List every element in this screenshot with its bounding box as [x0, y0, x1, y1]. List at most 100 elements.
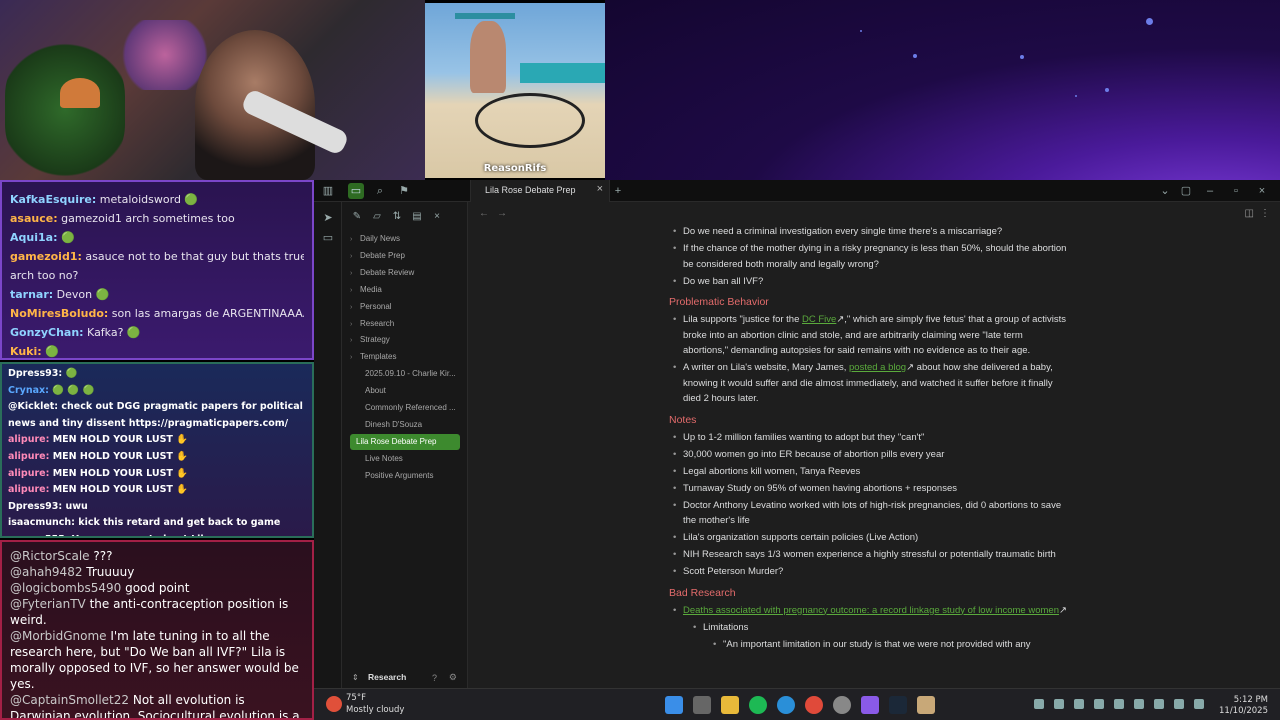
file-item[interactable]: 2025.09.10 - Charlie Kir...: [350, 366, 462, 382]
dc-five-link[interactable]: DC Five: [802, 314, 836, 325]
file-item[interactable]: Lila Rose Debate Prep: [350, 433, 460, 450]
sort-icon[interactable]: ⇅: [390, 210, 404, 224]
chat-username[interactable]: asauce:: [10, 212, 58, 225]
vault-chevron-icon[interactable]: ⇕: [352, 673, 359, 682]
forward-arrow-icon[interactable]: →: [497, 208, 515, 219]
vault-name[interactable]: Research: [368, 672, 406, 682]
chat-username[interactable]: Dpress93:: [8, 501, 62, 512]
maximize-icon[interactable]: ▫: [1228, 183, 1244, 199]
file-explorer-icon[interactable]: [721, 696, 739, 714]
spotify-icon[interactable]: [749, 696, 767, 714]
settings-icon[interactable]: ⚙: [449, 672, 457, 683]
close-tab-icon[interactable]: ×: [597, 183, 603, 195]
chat-username[interactable]: @FyterianTV: [10, 597, 86, 611]
sidebar-toggle-icon[interactable]: ▥: [320, 183, 336, 199]
new-folder-icon[interactable]: ▱: [370, 210, 384, 224]
file-item[interactable]: Commonly Referenced ...: [350, 400, 462, 416]
tray-icon[interactable]: [1074, 699, 1084, 709]
new-note-icon[interactable]: ✎: [350, 210, 364, 224]
chat-username[interactable]: Kuki:: [10, 345, 42, 358]
folder-item[interactable]: › Debate Review: [350, 265, 462, 281]
steam-icon[interactable]: [889, 696, 907, 714]
volume-icon[interactable]: [1194, 699, 1204, 709]
chat-username[interactable]: GonzyChan:: [10, 326, 84, 339]
file-item[interactable]: Dinesh D'Souza: [350, 417, 462, 433]
chat-username[interactable]: Dpress93:: [8, 368, 62, 379]
chat-username[interactable]: KafkaEsquire:: [10, 193, 96, 206]
twitch-chat-panel: KafkaEsquire: metaloidsword 🟢 asauce: gam…: [0, 180, 314, 360]
chat-username[interactable]: @CaptainSmollet22: [10, 693, 129, 707]
obs-icon[interactable]: [833, 696, 851, 714]
posted-a-blog-link[interactable]: posted a blog: [849, 362, 906, 373]
chat-username[interactable]: copper555:: [8, 534, 69, 536]
chat-username[interactable]: @Kicklet:: [8, 401, 58, 412]
folder-item[interactable]: › Templates: [350, 349, 462, 365]
file-item[interactable]: Live Notes: [350, 451, 462, 467]
clock-date[interactable]: 11/10/2025: [1219, 706, 1268, 716]
chat-username[interactable]: alipure:: [8, 451, 49, 462]
chevron-down-icon[interactable]: ⌄: [1157, 183, 1173, 199]
heading-bad-research: Bad Research: [669, 586, 736, 599]
chat-username[interactable]: Aqui1a:: [10, 231, 57, 244]
chat-username[interactable]: gamezoid1:: [10, 250, 82, 263]
reading-view-icon[interactable]: ◫: [1245, 208, 1254, 219]
more-options-icon[interactable]: ⋮: [1260, 208, 1270, 219]
weather-temp[interactable]: 75°F: [346, 693, 366, 703]
folder-item[interactable]: › Daily News: [350, 231, 462, 247]
tree-item-label: Live Notes: [365, 453, 403, 463]
chat-username[interactable]: @RictorScale: [10, 549, 90, 563]
chat-message: @ahah9482 Truuuuy: [10, 564, 304, 580]
new-tab-icon[interactable]: +: [610, 183, 626, 199]
chat-username[interactable]: alipure:: [8, 434, 49, 445]
weather-icon[interactable]: [326, 696, 342, 712]
chat-username[interactable]: Crynax:: [8, 385, 49, 396]
folder-item[interactable]: › Debate Prep: [350, 248, 462, 264]
beach-video: ReasonRifs: [425, 3, 605, 178]
chat-text: Devon 🟢: [53, 288, 110, 301]
back-arrow-icon[interactable]: ←: [479, 208, 497, 219]
send-icon[interactable]: ➤: [320, 210, 336, 226]
minimize-icon[interactable]: –: [1202, 183, 1218, 199]
bookmark-icon[interactable]: ⚑: [396, 183, 412, 199]
edge-icon[interactable]: [777, 696, 795, 714]
chat-username[interactable]: NoMiresBoludo:: [10, 307, 108, 320]
task-view-icon[interactable]: [693, 696, 711, 714]
chrome-icon[interactable]: [805, 696, 823, 714]
chat-username[interactable]: @MorbidGnome: [10, 629, 107, 643]
folder-item[interactable]: › Personal: [350, 299, 462, 315]
folder-item[interactable]: › Strategy: [350, 332, 462, 348]
study-link[interactable]: Deaths associated with pregnancy outcome…: [683, 605, 1059, 616]
tray-icon[interactable]: [1054, 699, 1064, 709]
chat-text: ???: [89, 549, 113, 563]
chat-username[interactable]: @logicbombs5490: [10, 581, 121, 595]
close-window-icon[interactable]: ×: [1254, 183, 1270, 199]
chat-username[interactable]: alipure:: [8, 484, 49, 495]
file-item[interactable]: Positive Arguments: [350, 468, 462, 484]
collapse-icon[interactable]: ▤: [410, 210, 424, 224]
chat-username[interactable]: alipure:: [8, 468, 49, 479]
tray-icon[interactable]: [1094, 699, 1104, 709]
tray-icon[interactable]: [1134, 699, 1144, 709]
clock-time[interactable]: 5:12 PM: [1234, 695, 1268, 705]
chat-username[interactable]: tarnar:: [10, 288, 53, 301]
tray-icon[interactable]: [1154, 699, 1164, 709]
tab-lila-rose-debate-prep[interactable]: Lila Rose Debate Prep ×: [470, 180, 610, 202]
obsidian-icon[interactable]: [861, 696, 879, 714]
close-icon[interactable]: ×: [430, 210, 444, 224]
files-icon[interactable]: ▭: [348, 183, 364, 199]
start-icon[interactable]: [665, 696, 683, 714]
search-icon[interactable]: ⌕: [372, 183, 388, 199]
folder-item[interactable]: › Media: [350, 282, 462, 298]
help-icon[interactable]: ?: [432, 673, 437, 683]
layout-icon[interactable]: ▢: [1178, 183, 1194, 199]
chat-username[interactable]: @ahah9482: [10, 565, 82, 579]
wifi-icon[interactable]: [1174, 699, 1184, 709]
weather-desc[interactable]: Mostly cloudy: [346, 705, 404, 715]
canvas-icon[interactable]: ▭: [320, 230, 336, 246]
tray-icon[interactable]: [1034, 699, 1044, 709]
file-item[interactable]: About: [350, 383, 462, 399]
chat-username[interactable]: isaacmunch:: [8, 517, 75, 528]
folder-item[interactable]: › Research: [350, 316, 462, 332]
tray-icon[interactable]: [1114, 699, 1124, 709]
app-icon[interactable]: [917, 696, 935, 714]
